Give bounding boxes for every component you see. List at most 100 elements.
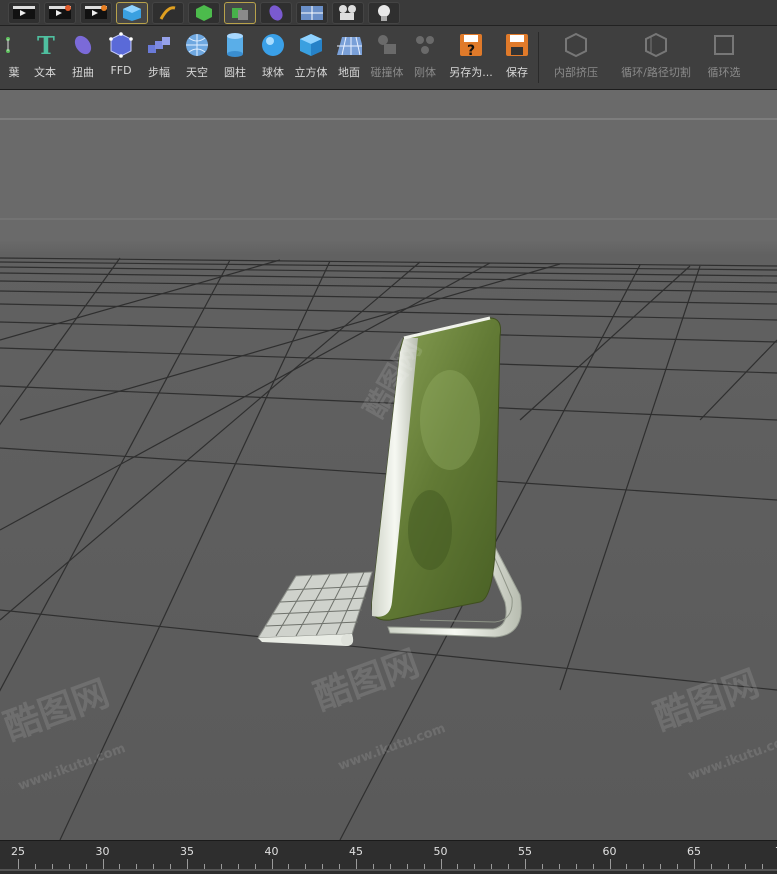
tool-partial[interactable]: 葉 [2, 26, 26, 89]
timeline-tick [18, 859, 19, 869]
cube-icon [298, 32, 324, 58]
timeline-tick [102, 859, 104, 869]
tool-label: 葉 [8, 66, 20, 79]
timeline-tick [170, 864, 172, 869]
tool-save-as[interactable]: ? 另存为... [444, 26, 498, 89]
tool-label: 另存为... [449, 66, 493, 79]
timeline-tick [271, 859, 273, 869]
save-as-icon: ? [458, 32, 484, 58]
subdivision-icon[interactable] [188, 1, 220, 24]
timeline-tick [187, 859, 188, 869]
tool-cube[interactable]: 立方体 [292, 26, 330, 89]
timeline-tick-label: 65 [687, 845, 701, 858]
cube-icon[interactable] [116, 1, 148, 24]
tool-sky[interactable]: 天空 [178, 26, 216, 89]
timeline-tick-label: 60 [602, 845, 617, 858]
floor-icon[interactable] [296, 1, 328, 24]
render-settings-icon[interactable] [80, 1, 112, 24]
timeline-tick [491, 864, 493, 869]
timeline-tick-label: 50 [433, 845, 448, 858]
timeline-tick [288, 864, 290, 869]
perspective-viewport[interactable]: 酷图网 酷图网 酷图网 酷图网 www.ikutu.com www.ikutu.… [0, 90, 777, 840]
timeline-tick [203, 864, 205, 869]
rigid-body-icon [412, 32, 438, 58]
timeline-tick [34, 864, 36, 869]
array-icon[interactable] [224, 1, 256, 24]
top-icon-strip [0, 0, 777, 26]
loop-select-icon [711, 32, 737, 58]
text-icon: T [32, 32, 58, 58]
timeline-tick [389, 864, 391, 869]
tool-twist[interactable]: 扭曲 [64, 26, 102, 89]
timeline-tick [356, 859, 357, 869]
tool-floor[interactable]: 地面 [330, 26, 368, 89]
tool-label: FFD [110, 64, 132, 77]
tool-stride[interactable]: 步幅 [140, 26, 178, 89]
pen-icon[interactable] [152, 1, 184, 24]
timeline-tick-label: 25 [11, 845, 25, 858]
tool-loop-cut[interactable]: 循环/路径切割 [611, 26, 701, 89]
loop-cut-icon [643, 32, 669, 58]
timeline-tick [541, 864, 543, 869]
timeline-tick-label: 35 [180, 845, 194, 858]
sphere-icon [260, 32, 286, 58]
tool-cylinder[interactable]: 圆柱 [216, 26, 254, 89]
tool-ffd[interactable]: FFD [102, 26, 140, 89]
tool-label: 圆柱 [224, 66, 246, 79]
timeline-tick [457, 864, 459, 869]
tool-text[interactable]: T 文本 [26, 26, 64, 89]
timeline-tick [508, 864, 510, 869]
timeline-tick [153, 864, 155, 869]
timeline-tick [339, 864, 341, 869]
ffd-icon [108, 32, 134, 58]
timeline-tick [677, 864, 679, 869]
tool-label: 内部挤压 [554, 66, 598, 79]
tool-label: 球体 [262, 66, 284, 79]
timeline-tick [643, 864, 645, 869]
main-toolbar: 葉 T 文本 扭曲 FFD 步幅 天空 圆柱 球体 立方体 地面 碰撞体 刚体 … [0, 26, 777, 90]
deformer-icon[interactable] [260, 1, 292, 24]
horizon-line [0, 218, 777, 220]
timeline-tick [575, 864, 577, 869]
timeline-tick [68, 864, 70, 869]
tool-save[interactable]: 保存 [498, 26, 536, 89]
timeline-ruler[interactable]: 2530354045505560657 [0, 840, 777, 874]
timeline-tick [254, 864, 256, 869]
timeline-tick [727, 864, 729, 869]
tool-label: 保存 [506, 66, 528, 79]
timeline-tick [592, 864, 594, 869]
timeline-tick [558, 864, 560, 869]
tool-sphere[interactable]: 球体 [254, 26, 292, 89]
tool-rigid-body[interactable]: 刚体 [406, 26, 444, 89]
timeline-tick-label: 30 [95, 845, 110, 858]
timeline-tick [51, 864, 53, 869]
render-view-icon[interactable] [8, 1, 40, 24]
tool-label: 扭曲 [72, 66, 94, 79]
timeline-tick [406, 864, 408, 869]
tool-label: 步幅 [148, 66, 170, 79]
svg-text:T: T [37, 33, 55, 57]
timeline-tick [440, 859, 442, 869]
timeline-tick [626, 864, 628, 869]
floor-icon [336, 32, 362, 58]
viewport-canvas: 酷图网 酷图网 酷图网 酷图网 www.ikutu.com www.ikutu.… [0, 90, 777, 840]
horizon-band [0, 118, 777, 120]
tool-loop-select[interactable]: 循环选 [701, 26, 747, 89]
timeline-tick [694, 859, 695, 869]
tool-label: 文本 [34, 66, 56, 79]
timeline-tick [423, 864, 425, 869]
timeline-tick-label: 45 [349, 845, 363, 858]
twist-icon [70, 32, 96, 58]
tool-inner-extrude[interactable]: 内部挤压 [541, 26, 611, 89]
timeline-tick [220, 864, 222, 869]
light-icon[interactable] [368, 1, 400, 24]
timeline-tick [609, 859, 611, 869]
render-picture-viewer-icon[interactable] [44, 1, 76, 24]
tool-label: 地面 [338, 66, 360, 79]
timeline-tick [744, 864, 746, 869]
tool-collider[interactable]: 碰撞体 [368, 26, 406, 89]
timeline-tick [710, 864, 712, 869]
timeline-tick [322, 864, 324, 869]
camera-icon[interactable] [332, 1, 364, 24]
toolbar-separator [538, 32, 539, 83]
